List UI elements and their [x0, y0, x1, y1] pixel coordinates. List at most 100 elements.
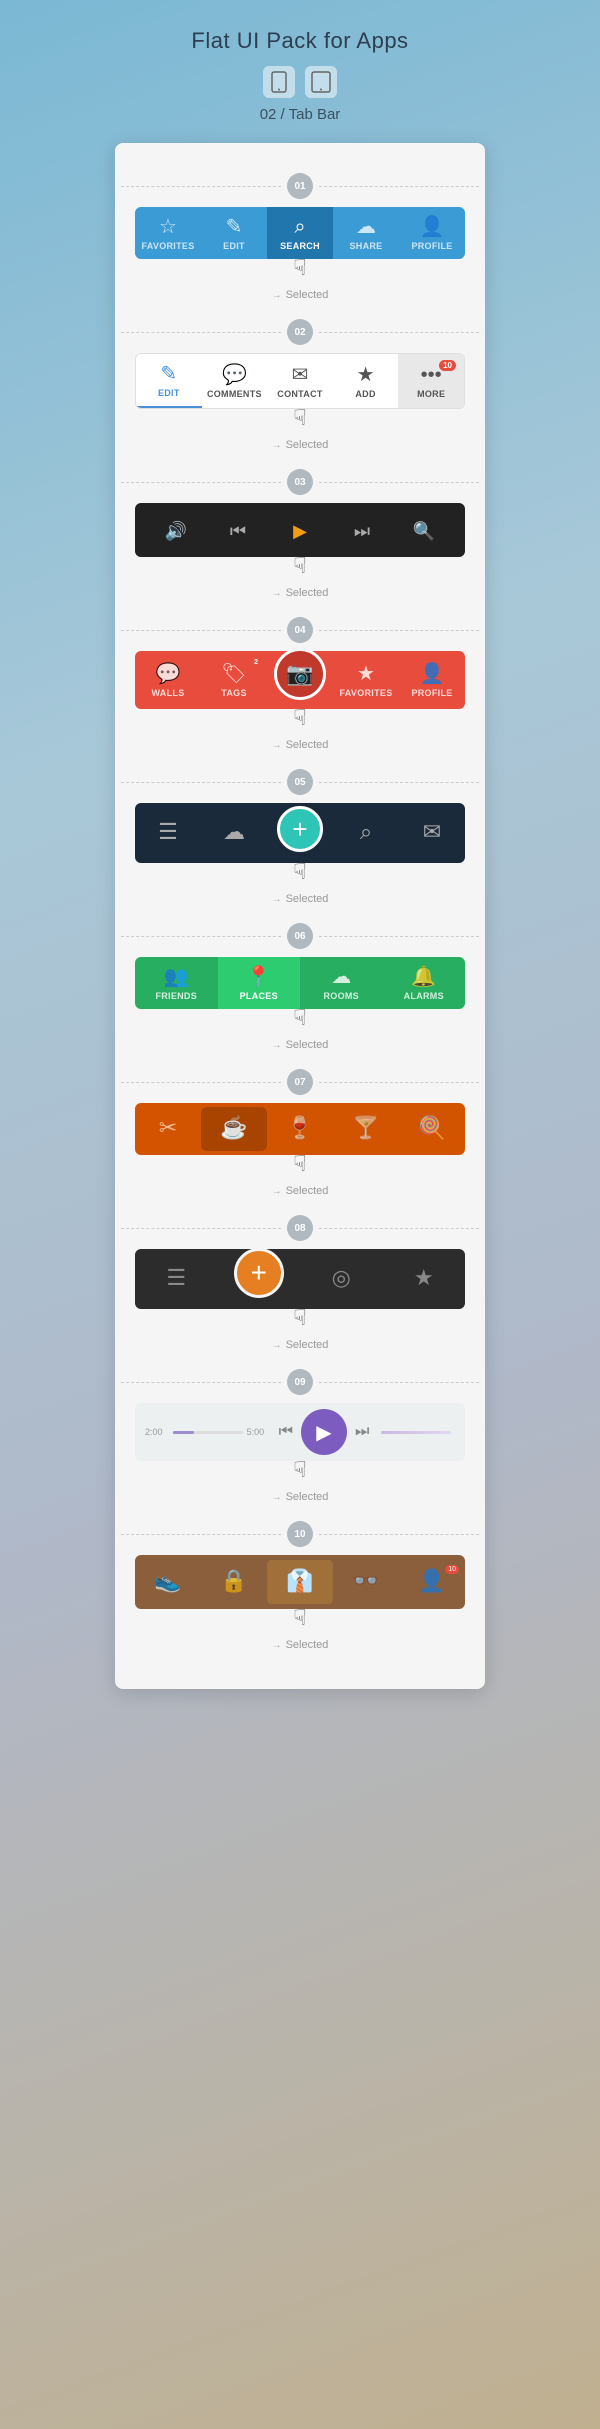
- section-3: 03 🔊 ⏮ ▶ ⏭ 🔍 ☟ → Selected: [115, 459, 485, 599]
- add-center-btn[interactable]: +: [277, 806, 323, 852]
- section-8: 08 ☰ + ◎ ★ ☟ → Selected: [115, 1205, 485, 1351]
- tab7-coffee[interactable]: ☕: [201, 1107, 267, 1151]
- tab2-more[interactable]: 10 ••• More: [398, 354, 464, 408]
- section-6: 06 👥 FRIENDS 📍 PLACES ☁ ROOMS 🔔 ALARMS ☟: [115, 913, 485, 1051]
- tabbar-2[interactable]: ✎ Edit 💬 Comments ✉ Contact ★ Add 10 •••…: [135, 353, 465, 409]
- tab6-alarms[interactable]: 🔔 ALARMS: [383, 957, 466, 1009]
- next-btn[interactable]: ⏭: [351, 1423, 373, 1441]
- tabbar-1[interactable]: ☆ Favorites ✎ Edit ⌕ Search ☁ Share 👤 Pr…: [135, 207, 465, 259]
- tabbar-8[interactable]: ☰ + ◎ ★: [135, 1249, 465, 1309]
- cursor-9: ☟: [293, 1457, 306, 1483]
- tab4-profile[interactable]: 👤 PROFILE: [399, 654, 465, 706]
- tab6-rooms[interactable]: ☁ ROOMS: [300, 957, 383, 1009]
- tabbar-5[interactable]: ☰ ☁ + ⌕ ✉: [135, 803, 465, 863]
- share-icon: ☁: [356, 217, 376, 237]
- tab7-wine[interactable]: 🍷: [267, 1107, 333, 1151]
- tab7-candy[interactable]: 🍭: [399, 1107, 465, 1151]
- tab2-comments[interactable]: 💬 Comments: [202, 354, 268, 408]
- tab5-search[interactable]: ⌕: [333, 811, 399, 855]
- tab-share[interactable]: ☁ Share: [333, 207, 399, 259]
- step-10: 10: [287, 1521, 313, 1547]
- mail5-icon: ✉: [423, 821, 441, 843]
- tab4-camera[interactable]: 📷: [267, 652, 333, 708]
- tab-favorites[interactable]: ☆ Favorites: [135, 207, 201, 259]
- camera-btn[interactable]: 📷: [274, 651, 326, 700]
- edit2-icon: ✎: [160, 364, 177, 384]
- play-btn[interactable]: ▶: [301, 1409, 347, 1455]
- tab3-vol[interactable]: 🔊: [145, 511, 207, 550]
- device-icons: [263, 66, 337, 98]
- tab8-target[interactable]: ◎: [300, 1257, 383, 1301]
- tab8-list[interactable]: ☰: [135, 1257, 218, 1301]
- prev-btn[interactable]: ⏮: [275, 1423, 297, 1441]
- tab3-prev[interactable]: ⏮: [207, 511, 269, 550]
- progress-bar[interactable]: [173, 1431, 243, 1434]
- tab2-add-label: Add: [355, 389, 375, 399]
- search5-icon: ⌕: [360, 821, 372, 843]
- tab6-friends[interactable]: 👥 FRIENDS: [135, 957, 218, 1009]
- step-7: 07: [287, 1069, 313, 1095]
- tab2-comments-label: Comments: [207, 389, 262, 399]
- tab2-add[interactable]: ★ Add: [333, 354, 399, 408]
- tags-badge: 2: [251, 658, 261, 667]
- tab10-glasses[interactable]: 👓: [333, 1560, 399, 1604]
- tab3-next[interactable]: ⏭: [331, 511, 393, 550]
- tab10-person[interactable]: 10 👤: [399, 1560, 465, 1604]
- cloud5-icon: ☁: [223, 821, 245, 843]
- tab10-lock[interactable]: 🔒: [201, 1560, 267, 1604]
- tabbar-9[interactable]: 2:00 5:00 ⏮ ▶ ⏭: [135, 1403, 465, 1461]
- tab-favorites-label: Favorites: [141, 241, 194, 251]
- tab10-tie[interactable]: 👔: [267, 1560, 333, 1604]
- rooms-icon: ☁: [331, 967, 351, 987]
- cursor-5: ☟: [293, 859, 306, 885]
- tab4-tags[interactable]: 🏷 TAGS 2: [201, 654, 267, 706]
- selected-5: → Selected: [272, 893, 329, 905]
- plus-center-btn[interactable]: +: [234, 1249, 284, 1298]
- add-icon: ★: [357, 365, 375, 385]
- tab5-cloud[interactable]: ☁: [201, 811, 267, 855]
- tabbar-7[interactable]: ✂ ☕ 🍷 🍸 🍭: [135, 1103, 465, 1155]
- tabbar-4[interactable]: 💬 WALLS 🏷 TAGS 2 📷 ★ FAVORITES 👤 PROFILE: [135, 651, 465, 709]
- favorites4-icon: ★: [357, 664, 375, 684]
- tab8-add[interactable]: +: [218, 1252, 301, 1306]
- tab-edit[interactable]: ✎ Edit: [201, 207, 267, 259]
- tab6-friends-label: FRIENDS: [155, 991, 197, 1001]
- tab-profile[interactable]: 👤 Profile: [399, 207, 465, 259]
- tabbar-10[interactable]: 👟 🔒 👔 👓 10 👤: [135, 1555, 465, 1609]
- section-9: 09 2:00 5:00 ⏮ ▶ ⏭ ☟ → Selected: [115, 1359, 485, 1503]
- tab2-edit[interactable]: ✎ Edit: [136, 354, 202, 408]
- step-1: 01: [287, 173, 313, 199]
- tab7-cut[interactable]: ✂: [135, 1107, 201, 1151]
- favorites-icon: ☆: [159, 217, 177, 237]
- section-4: 04 💬 WALLS 🏷 TAGS 2 📷 ★ FAVORITES: [115, 607, 485, 751]
- tab3-play[interactable]: ▶: [269, 511, 331, 550]
- person10-icon: 👤: [418, 1570, 445, 1592]
- tab8-star[interactable]: ★: [383, 1257, 466, 1301]
- candy-icon: 🍭: [418, 1117, 445, 1139]
- tablet-icon: [305, 66, 337, 98]
- tab5-add[interactable]: +: [267, 806, 333, 860]
- tab7-cocktail[interactable]: 🍸: [333, 1107, 399, 1151]
- cursor-3: ☟: [293, 553, 306, 579]
- profile4-icon: 👤: [420, 664, 445, 684]
- camera-icon: 📷: [286, 661, 313, 687]
- cursor-8: ☟: [293, 1305, 306, 1331]
- tab2-edit-label: Edit: [158, 388, 180, 398]
- tab2-contact[interactable]: ✉ Contact: [267, 354, 333, 408]
- tab4-favorites[interactable]: ★ FAVORITES: [333, 654, 399, 706]
- tab4-favorites-label: FAVORITES: [339, 688, 392, 698]
- tabbar-6[interactable]: 👥 FRIENDS 📍 PLACES ☁ ROOMS 🔔 ALARMS: [135, 957, 465, 1009]
- tab10-shoe[interactable]: 👟: [135, 1560, 201, 1604]
- tab4-walls[interactable]: 💬 WALLS: [135, 654, 201, 706]
- tab4-profile-label: PROFILE: [411, 688, 452, 698]
- tabbar-3[interactable]: 🔊 ⏮ ▶ ⏭ 🔍: [135, 503, 465, 557]
- cursor-10: ☟: [293, 1605, 306, 1631]
- tab5-mail[interactable]: ✉: [399, 811, 465, 855]
- comments-icon: 💬: [222, 365, 247, 385]
- tab-search[interactable]: ⌕ Search: [267, 207, 333, 259]
- search-icon: ⌕: [294, 217, 305, 237]
- tab3-search[interactable]: 🔍: [393, 511, 455, 550]
- tab5-list[interactable]: ☰: [135, 811, 201, 855]
- step-3: 03: [287, 469, 313, 495]
- tab6-places[interactable]: 📍 PLACES: [218, 957, 301, 1009]
